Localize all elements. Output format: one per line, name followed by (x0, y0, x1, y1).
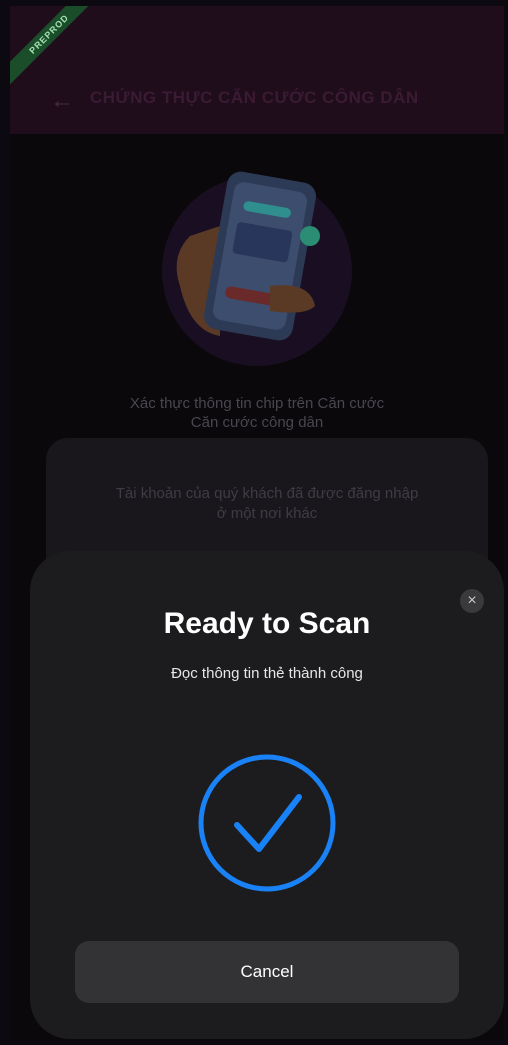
screen: ← CHỨNG THỰC CĂN CƯỚC CÔNG DÂN PREPROD X… (10, 6, 504, 1040)
cancel-button[interactable]: Cancel (75, 941, 459, 1003)
page-title: CHỨNG THỰC CĂN CƯỚC CÔNG DÂN (90, 88, 419, 107)
alert-message-line-1: Tài khoản của quý khách đã được đăng nhậ… (115, 485, 419, 502)
verification-heading-line-1: Xác thực thông tin chip trên Căn cước (129, 395, 385, 412)
arrow-left-icon: ← (50, 87, 74, 114)
checkmark-circle-icon (198, 754, 336, 892)
verification-heading: Xác thực thông tin chip trên Căn cước Că… (40, 394, 474, 432)
sheet-subtitle: Đọc thông tin thẻ thành công (171, 665, 363, 682)
alert-message: Tài khoản của quý khách đã được đăng nhậ… (66, 484, 468, 524)
app-bar: ← CHỨNG THỰC CĂN CƯỚC CÔNG DÂN (10, 6, 504, 134)
phone-scan-illustration (176, 171, 320, 341)
back-button[interactable]: ← (50, 86, 80, 116)
alert-message-line-2: ở một nơi khác (216, 505, 318, 522)
verification-heading-line-2: Căn cước công dân (190, 414, 324, 431)
scan-sheet: × Ready to Scan Đọc thông tin thẻ thành … (30, 551, 504, 1039)
sheet-title: Ready to Scan (163, 607, 371, 640)
